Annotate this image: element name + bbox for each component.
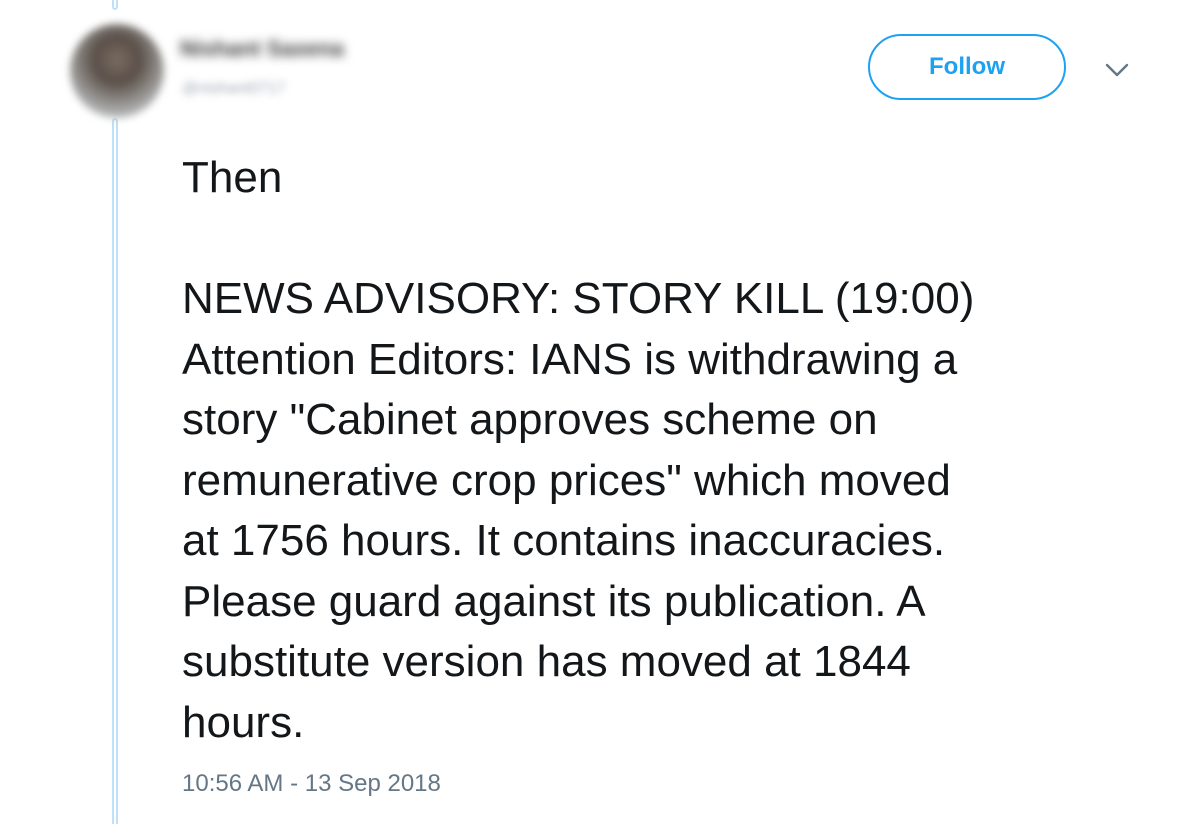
tweet-text: Then NEWS ADVISORY: STORY KILL (19:00) A… <box>182 148 1172 753</box>
more-options-button[interactable] <box>1102 58 1132 82</box>
avatar[interactable] <box>70 24 164 118</box>
thread-line-top <box>112 0 118 10</box>
chevron-down-icon <box>1105 63 1129 77</box>
author-display-name[interactable]: Nishant Saxena <box>180 36 344 62</box>
author-handle[interactable]: @nishant0717 <box>182 80 285 98</box>
tweet-text-line: story "Cabinet approves scheme on <box>182 395 878 444</box>
tweet-text-line: NEWS ADVISORY: STORY KILL (19:00) <box>182 274 975 323</box>
tweet-text-line: Then <box>182 153 283 202</box>
tweet-text-line: remunerative crop prices" which moved <box>182 455 951 505</box>
tweet-text-line: Attention Editors: IANS is withdrawing a <box>182 334 958 384</box>
tweet-text-line: substitute version has moved at 1844 <box>182 637 911 686</box>
tweet-timestamp[interactable]: 10:56 AM - 13 Sep 2018 <box>182 770 441 798</box>
tweet-text-line: Please guard against its publication. A <box>182 576 926 626</box>
tweet-text-line: at 1756 hours. It contains inaccuracies. <box>182 516 946 565</box>
follow-button[interactable]: Follow <box>868 34 1066 100</box>
thread-line <box>112 118 118 824</box>
tweet-text-line: hours. <box>182 697 305 747</box>
